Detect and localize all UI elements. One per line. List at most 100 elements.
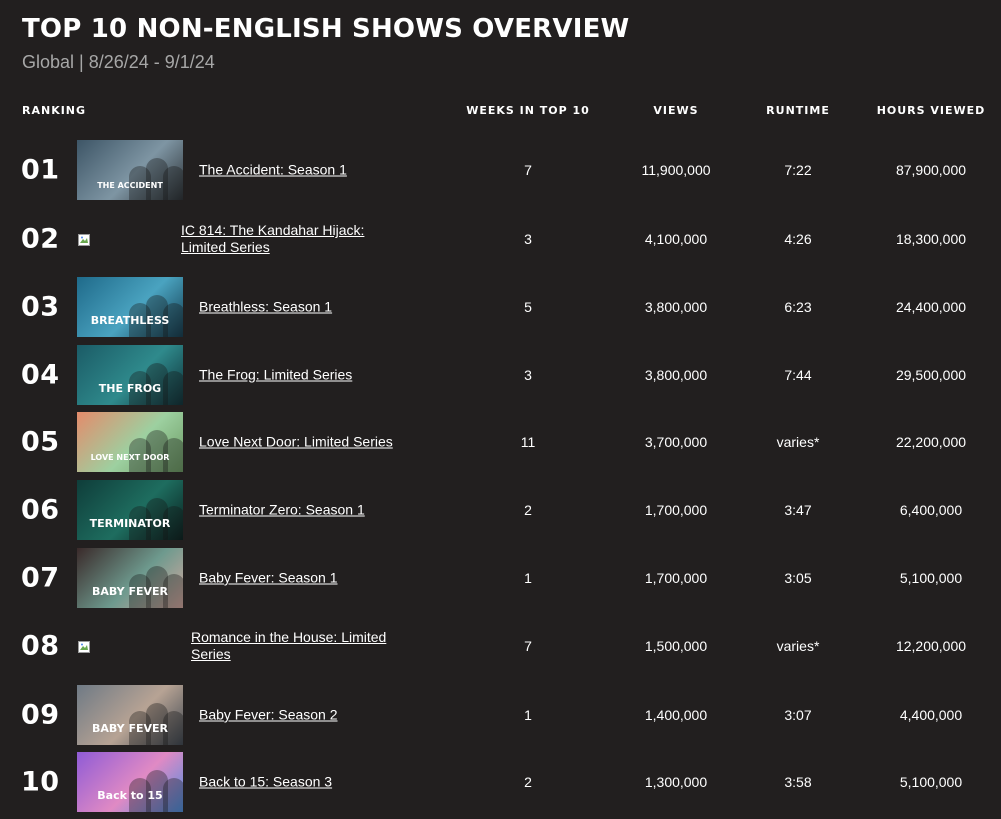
table-row: 04 THE FROG The Frog: Limited Series 3 3,800… — [0, 345, 1001, 405]
thumbnail-figures — [77, 140, 183, 200]
thumbnail-title-text: BABY FEVER — [91, 722, 168, 735]
runtime-cell: 3:05 — [784, 570, 812, 586]
column-header-runtime: RUNTIME — [766, 104, 830, 117]
show-title-link[interactable]: IC 814: The Kandahar Hijack: Limited Ser… — [181, 222, 401, 256]
rank-number: 03 — [21, 291, 60, 323]
table-row: 02 IC 814: The Kandahar Hijack: Limited S… — [0, 209, 1001, 269]
hours-viewed-cell: 87,900,000 — [895, 162, 967, 178]
runtime-cell: 6:23 — [784, 299, 812, 315]
show-thumbnail[interactable]: TERMINATOR — [77, 480, 183, 540]
hours-viewed-cell: 4,400,000 — [899, 707, 963, 723]
rank-number: 06 — [21, 494, 60, 526]
show-title-link[interactable]: The Accident: Season 1 — [199, 162, 419, 179]
thumbnail-title-text: BREATHLESS — [90, 314, 170, 327]
weeks-in-top10-cell: 3 — [524, 231, 532, 247]
rank-number: 09 — [21, 699, 60, 731]
show-title-link[interactable]: Baby Fever: Season 2 — [199, 707, 419, 724]
hours-viewed-cell: 18,300,000 — [895, 231, 967, 247]
weeks-in-top10-cell: 7 — [524, 638, 532, 654]
show-thumbnail[interactable]: BREATHLESS — [77, 277, 183, 337]
table-row: 01 THE ACCIDENT The Accident: Season 1 7 11,… — [0, 140, 1001, 200]
runtime-cell: 3:47 — [784, 502, 812, 518]
top10-page: TOP 10 NON-ENGLISH SHOWS OVERVIEW Global… — [0, 0, 1001, 819]
weeks-in-top10-cell: 11 — [520, 434, 536, 450]
hours-viewed-cell: 22,200,000 — [895, 434, 967, 450]
show-title-link[interactable]: Romance in the House: Limited Series — [191, 629, 411, 663]
thumbnail-figures — [77, 752, 183, 812]
rank-number: 02 — [21, 223, 60, 255]
thumbnail-title-text: LOVE NEXT DOOR — [90, 453, 170, 462]
show-title-link[interactable]: Back to 15: Season 3 — [199, 774, 419, 791]
show-thumbnail[interactable]: BABY FEVER — [77, 548, 183, 608]
table-row: 05 LOVE NEXT DOOR Love Next Door: Limited … — [0, 412, 1001, 472]
show-thumbnail[interactable]: LOVE NEXT DOOR — [77, 412, 183, 472]
show-title-link[interactable]: Love Next Door: Limited Series — [199, 434, 419, 451]
views-cell: 3,800,000 — [644, 367, 708, 383]
show-title-link[interactable]: The Frog: Limited Series — [199, 367, 419, 384]
runtime-cell: 7:44 — [784, 367, 812, 383]
thumbnail-figures — [77, 277, 183, 337]
rank-number: 08 — [21, 630, 60, 662]
runtime-cell: 7:22 — [784, 162, 812, 178]
show-title-link[interactable]: Terminator Zero: Season 1 — [199, 502, 419, 519]
runtime-cell: 3:58 — [784, 774, 812, 790]
thumbnail-title-text: BABY FEVER — [91, 585, 168, 598]
thumbnail-figures — [77, 548, 183, 608]
column-header-hours: HOURS VIEWED — [876, 104, 986, 117]
broken-image-icon — [78, 233, 90, 246]
runtime-cell: 3:07 — [784, 707, 812, 723]
views-cell: 1,500,000 — [644, 638, 708, 654]
thumbnail-figures — [77, 685, 183, 745]
views-cell: 3,700,000 — [644, 434, 708, 450]
thumbnail-figures — [77, 345, 183, 405]
page-title: TOP 10 NON-ENGLISH SHOWS OVERVIEW — [22, 14, 630, 44]
show-title-link[interactable]: Baby Fever: Season 1 — [199, 570, 419, 587]
rank-number: 10 — [21, 766, 60, 798]
rank-number: 04 — [21, 359, 60, 391]
show-thumbnail[interactable]: Back to 15 — [77, 752, 183, 812]
table-row: 06 TERMINATOR Terminator Zero: Season 1 2 1,… — [0, 480, 1001, 540]
hours-viewed-cell: 5,100,000 — [899, 570, 963, 586]
weeks-in-top10-cell: 1 — [524, 570, 532, 586]
table-row: 08 Romance in the House: Limited Series 7 1… — [0, 616, 1001, 676]
views-cell: 1,400,000 — [644, 707, 708, 723]
hours-viewed-cell: 29,500,000 — [895, 367, 967, 383]
show-title-link[interactable]: Breathless: Season 1 — [199, 299, 419, 316]
views-cell: 3,800,000 — [644, 299, 708, 315]
runtime-cell: varies* — [776, 638, 820, 654]
runtime-cell: 4:26 — [784, 231, 812, 247]
weeks-in-top10-cell: 7 — [524, 162, 532, 178]
column-header-views: VIEWS — [653, 104, 699, 117]
runtime-cell: varies* — [776, 434, 820, 450]
views-cell: 1,700,000 — [644, 570, 708, 586]
show-thumbnail[interactable]: BABY FEVER — [77, 685, 183, 745]
thumbnail-title-text: TERMINATOR — [89, 517, 171, 530]
thumbnail-figures — [77, 412, 183, 472]
rank-number: 01 — [21, 154, 60, 186]
table-row: 03 BREATHLESS Breathless: Season 1 5 3,800,0… — [0, 277, 1001, 337]
broken-image-icon — [78, 640, 90, 653]
table-row: 09 BABY FEVER Baby Fever: Season 2 1 1,400,0… — [0, 685, 1001, 745]
hours-viewed-cell: 6,400,000 — [899, 502, 963, 518]
thumbnail-title-text: THE FROG — [98, 382, 162, 395]
thumbnail-title-text: THE ACCIDENT — [97, 181, 163, 190]
weeks-in-top10-cell: 5 — [524, 299, 532, 315]
table-row: 07 BABY FEVER Baby Fever: Season 1 1 1,700,0… — [0, 548, 1001, 608]
thumbnail-figures — [77, 480, 183, 540]
weeks-in-top10-cell: 1 — [524, 707, 532, 723]
show-thumbnail[interactable]: THE FROG — [77, 345, 183, 405]
hours-viewed-cell: 5,100,000 — [899, 774, 963, 790]
hours-viewed-cell: 24,400,000 — [895, 299, 967, 315]
weeks-in-top10-cell: 2 — [524, 502, 532, 518]
rank-number: 05 — [21, 426, 60, 458]
weeks-in-top10-cell: 3 — [524, 367, 532, 383]
views-cell: 11,900,000 — [641, 162, 711, 178]
page-subtitle: Global | 8/26/24 - 9/1/24 — [22, 52, 215, 72]
views-cell: 4,100,000 — [644, 231, 708, 247]
show-thumbnail[interactable]: THE ACCIDENT — [77, 140, 183, 200]
column-header-weeks: WEEKS IN TOP 10 — [466, 104, 590, 117]
views-cell: 1,700,000 — [644, 502, 708, 518]
column-header-ranking: RANKING — [22, 104, 87, 117]
views-cell: 1,300,000 — [644, 774, 708, 790]
weeks-in-top10-cell: 2 — [524, 774, 532, 790]
